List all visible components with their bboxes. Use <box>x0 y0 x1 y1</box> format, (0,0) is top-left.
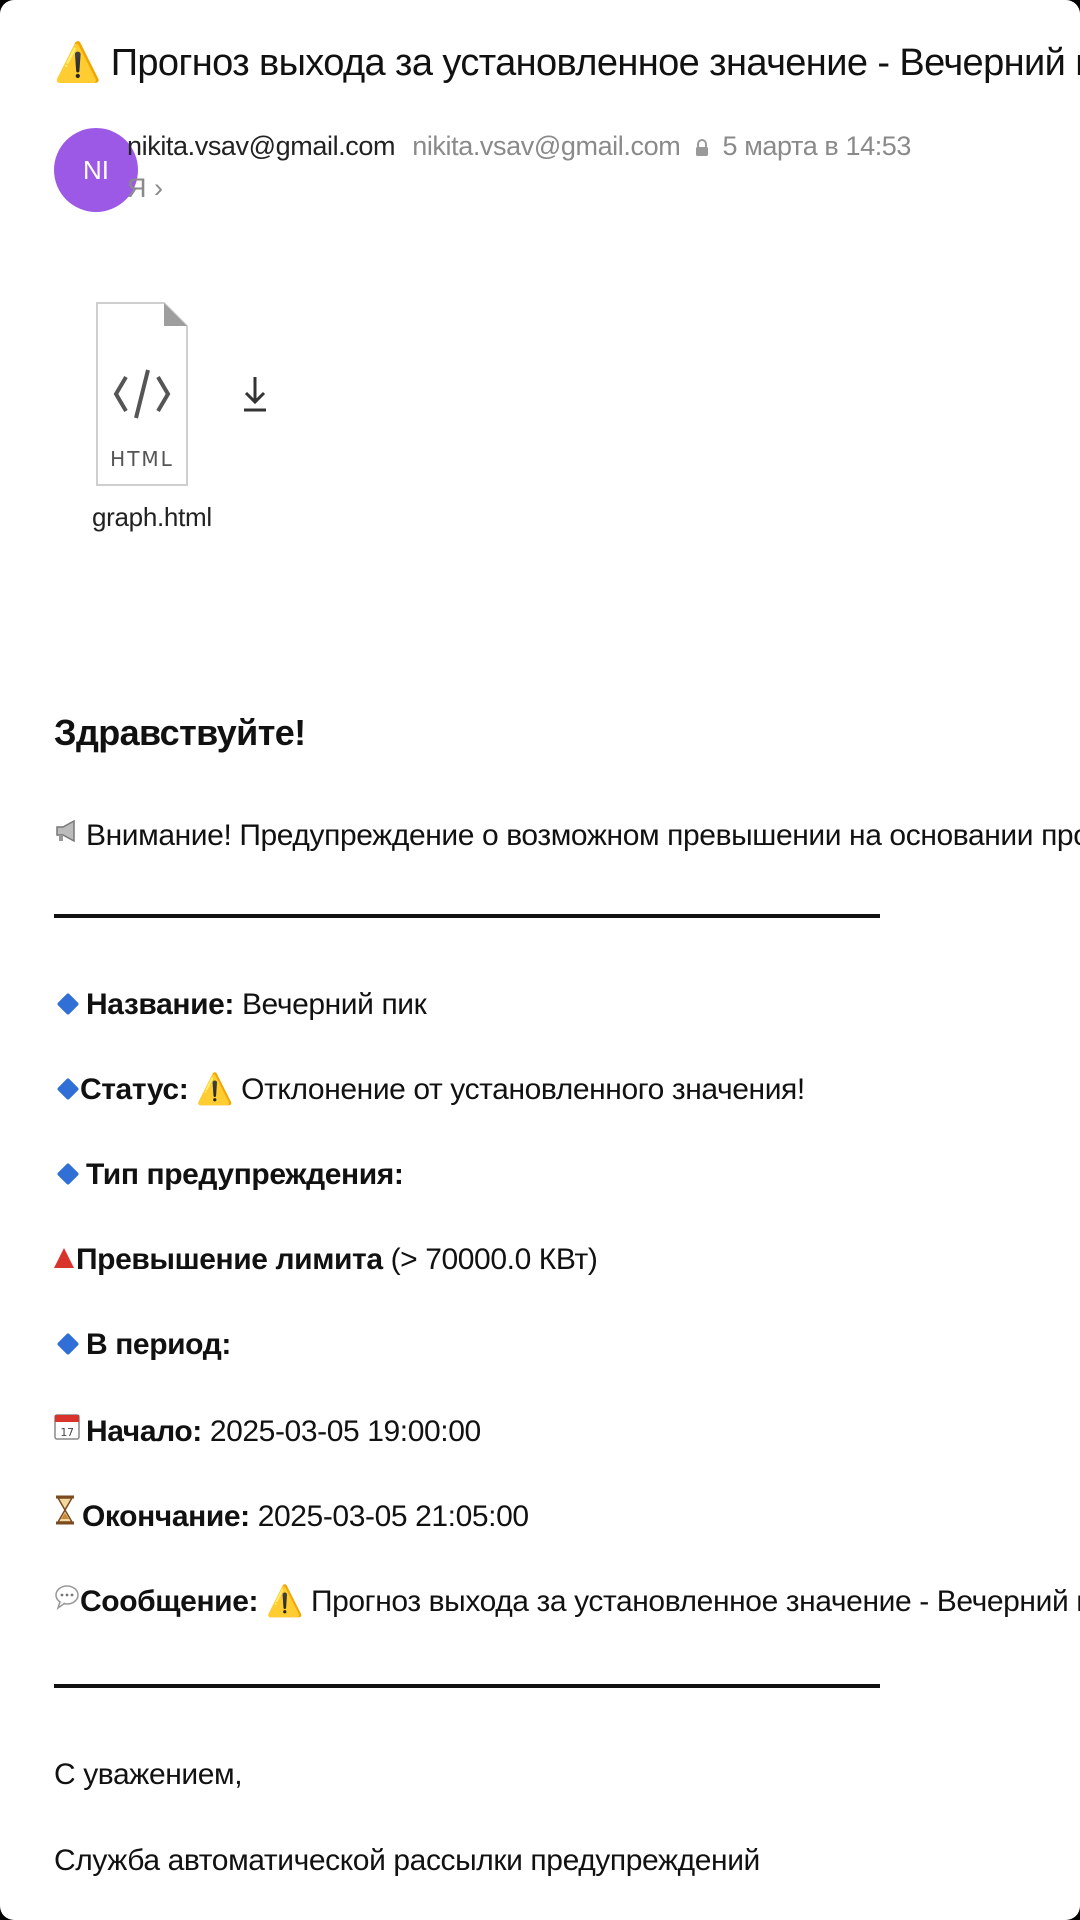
signature: Служба автоматической рассылки предупреж… <box>54 1844 760 1877</box>
sender-line: nikita.vsav@gmail.com nikita.vsav@gmail.… <box>127 126 911 168</box>
megaphone-icon <box>54 814 80 856</box>
warning-icon: ⚠️ <box>196 1072 234 1107</box>
sender-name[interactable]: nikita.vsav@gmail.com <box>127 131 395 161</box>
alert-line: Внимание! Предупреждение о возможном пре… <box>54 814 1080 860</box>
sent-date: 5 марта в 14:53 <box>722 131 912 161</box>
divider-top <box>54 914 880 918</box>
attachment-filename[interactable]: graph.html <box>92 502 212 533</box>
name-line: Название: Вечерний пик <box>54 984 427 1026</box>
attachment-type-label: HTML <box>110 447 174 471</box>
recipient-toggle[interactable]: Я › <box>127 168 163 208</box>
divider-bottom <box>54 1684 880 1688</box>
start-line: 17 Начало: 2025-03-05 19:00:00 <box>54 1410 481 1456</box>
diamond-icon <box>56 1332 80 1356</box>
calendar-icon: 17 <box>54 1410 80 1452</box>
red-triangle-icon <box>54 1248 74 1269</box>
limit-line: Превышение лимита (> 70000.0 КВт) <box>54 1239 598 1281</box>
diamond-icon <box>56 992 80 1016</box>
warning-type-line: Тип предупреждения: <box>54 1154 404 1196</box>
diamond-icon <box>56 1077 80 1101</box>
greeting: Здравствуйте! <box>54 712 306 753</box>
hourglass-icon <box>54 1495 76 1537</box>
avatar[interactable]: NI <box>54 128 138 212</box>
speech-bubble-icon <box>54 1580 80 1622</box>
email-view: ⚠️ Прогноз выхода за установленное значе… <box>0 0 1080 1920</box>
warning-icon: ⚠️ <box>266 1583 303 1619</box>
period-line: В период: <box>54 1324 231 1366</box>
html-file-icon[interactable]: HTML <box>96 302 188 486</box>
download-icon[interactable] <box>240 374 270 414</box>
status-line: Статус: ⚠️ Отклонение от установленного … <box>54 1069 805 1111</box>
warning-icon: ⚠️ <box>54 40 101 84</box>
svg-text:17: 17 <box>60 1426 74 1439</box>
lock-icon <box>695 128 709 168</box>
sender-address[interactable]: nikita.vsav@gmail.com <box>412 131 680 161</box>
diamond-icon <box>56 1162 80 1186</box>
end-line: Окончание: 2025-03-05 21:05:00 <box>54 1495 529 1541</box>
message-line: Сообщение: ⚠️ Прогноз выхода за установл… <box>54 1580 1080 1626</box>
email-subject: ⚠️ Прогноз выхода за установленное значе… <box>54 40 1080 84</box>
closing: С уважением, <box>54 1758 243 1791</box>
